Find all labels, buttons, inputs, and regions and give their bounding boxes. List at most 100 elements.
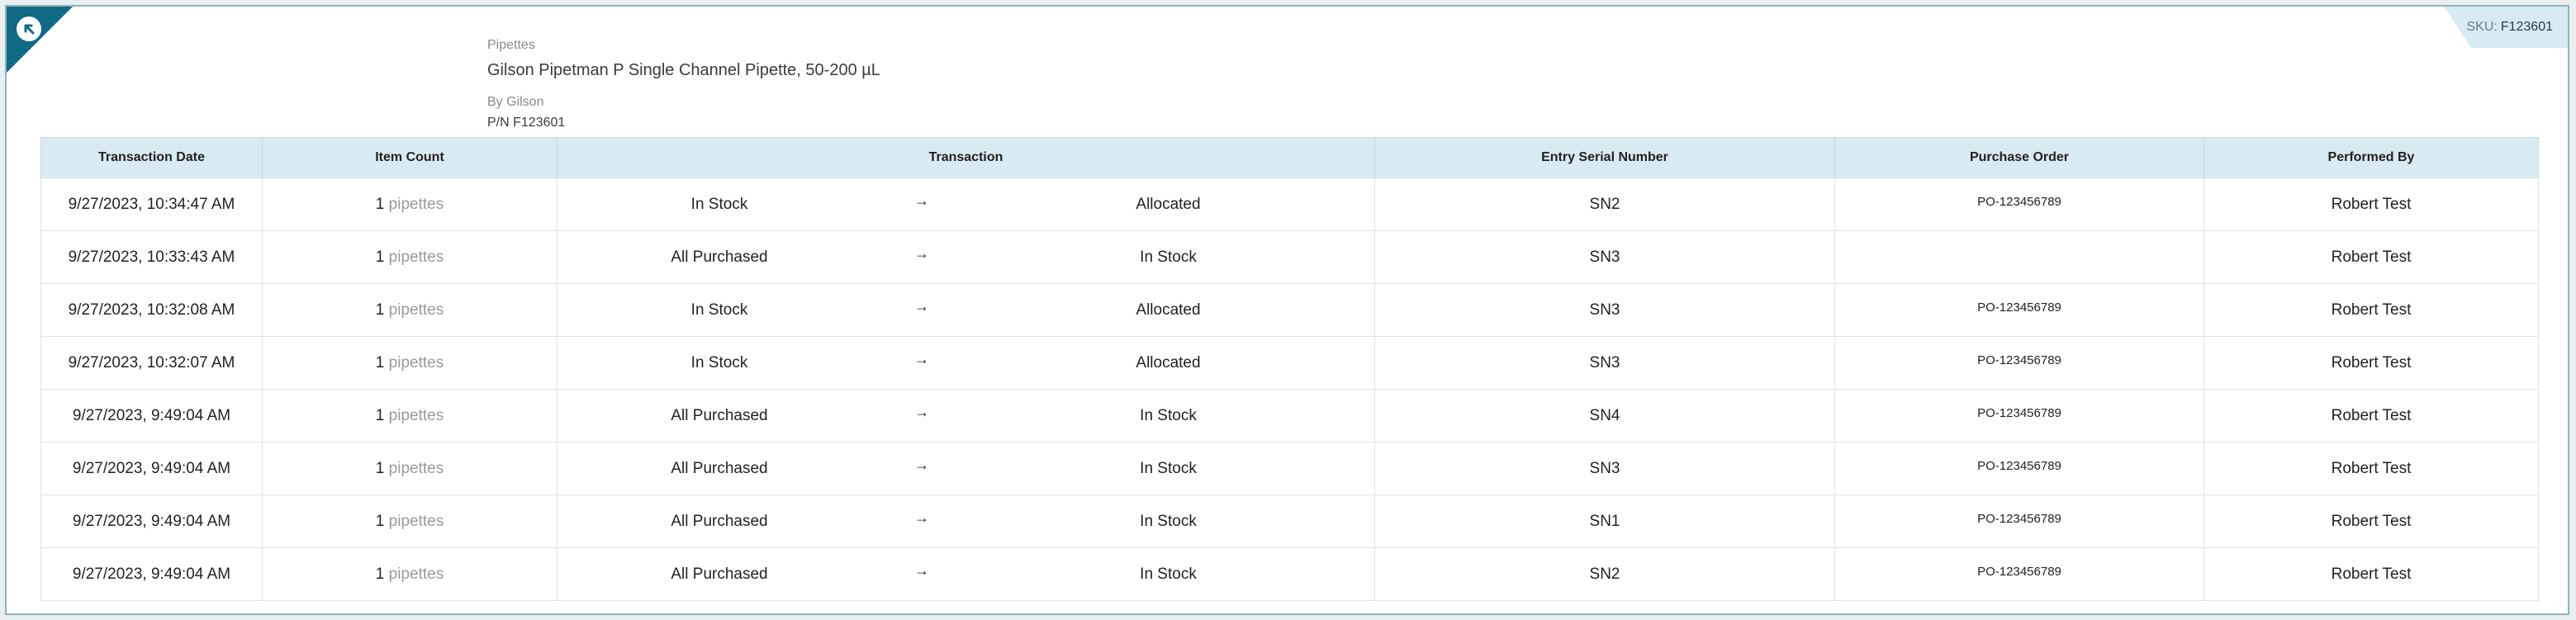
item-count: 1 pipettes <box>262 177 557 231</box>
purchase-order: PO-123456789 <box>1834 283 2204 337</box>
from-status: All Purchased <box>671 512 768 530</box>
product-category: Pipettes <box>487 38 535 52</box>
transaction-cell: In Stock → Allocated <box>557 336 1375 390</box>
purchase-order: PO-123456789 <box>1834 495 2204 548</box>
table-row[interactable]: 9/27/2023, 10:34:47 AM 1 pipettes In Sto… <box>40 177 2539 231</box>
item-count: 1 pipettes <box>262 283 557 337</box>
transaction-date: 9/27/2023, 10:32:07 AM <box>40 336 263 390</box>
count-value: 1 <box>375 406 385 424</box>
count-unit: pipettes <box>388 459 444 477</box>
header-transaction[interactable]: Transaction <box>557 137 1375 178</box>
to-status: Allocated <box>1136 195 1201 213</box>
item-count: 1 pipettes <box>262 547 557 601</box>
performed-by: Robert Test <box>2204 389 2539 443</box>
sku-value: F123601 <box>2500 20 2553 34</box>
item-count: 1 pipettes <box>262 336 557 390</box>
from-status: In Stock <box>690 301 748 319</box>
arrow-right-icon: → <box>914 298 929 315</box>
entry-serial-number: SN3 <box>1374 336 1835 390</box>
from-status: In Stock <box>690 353 748 372</box>
item-count: 1 pipettes <box>262 389 557 443</box>
purchase-order: PO-123456789 <box>1834 389 2204 443</box>
po-value: PO-123456789 <box>1977 458 2061 473</box>
count-unit: pipettes <box>388 301 444 319</box>
header-transaction-date[interactable]: Transaction Date <box>40 137 263 178</box>
from-status: All Purchased <box>671 248 768 266</box>
transaction-cell: All Purchased → In Stock <box>557 442 1375 495</box>
po-value: PO-123456789 <box>1977 353 2061 367</box>
corner-badge <box>7 7 73 73</box>
performed-by: Robert Test <box>2204 336 2539 390</box>
performed-by: Robert Test <box>2204 283 2539 337</box>
arrow-right-icon: → <box>914 509 929 526</box>
arrow-right-icon: → <box>914 351 929 367</box>
item-count: 1 pipettes <box>262 442 557 495</box>
po-value: PO-123456789 <box>1977 564 2061 579</box>
count-value: 1 <box>375 512 385 530</box>
table-row[interactable]: 9/27/2023, 9:49:04 AM 1 pipettes All Pur… <box>40 495 2539 548</box>
transaction-date: 9/27/2023, 9:49:04 AM <box>40 389 263 443</box>
entry-serial-number: SN2 <box>1374 177 1835 231</box>
purchase-order: PO-123456789 <box>1834 336 2204 390</box>
sku-label: SKU: <box>2466 20 2498 34</box>
arrow-right-icon: → <box>914 192 929 209</box>
product-part-number: P/N F123601 <box>487 116 566 130</box>
transaction-cell: All Purchased → In Stock <box>557 389 1375 443</box>
table-row[interactable]: 9/27/2023, 10:32:07 AM 1 pipettes In Sto… <box>40 336 2539 390</box>
transaction-date: 9/27/2023, 10:33:43 AM <box>40 230 263 284</box>
purchase-order: PO-123456789 <box>1834 442 2204 495</box>
po-value: PO-123456789 <box>1977 300 2061 315</box>
transaction-date: 9/27/2023, 10:32:08 AM <box>40 283 263 337</box>
transaction-date: 9/27/2023, 9:49:04 AM <box>40 547 263 601</box>
purchase-order: PO-123456789 <box>1834 547 2204 601</box>
from-status: All Purchased <box>671 565 768 583</box>
performed-by: Robert Test <box>2204 177 2539 231</box>
count-value: 1 <box>375 459 385 477</box>
entry-serial-number: SN2 <box>1374 547 1835 601</box>
count-unit: pipettes <box>388 512 444 530</box>
count-value: 1 <box>375 301 385 319</box>
count-value: 1 <box>375 353 385 372</box>
product-name: Gilson Pipetman P Single Channel Pipette… <box>487 61 880 79</box>
to-status: Allocated <box>1136 353 1201 372</box>
header-performed-by[interactable]: Performed By <box>2204 137 2539 178</box>
to-status: Allocated <box>1136 301 1201 319</box>
transaction-cell: All Purchased → In Stock <box>557 495 1375 548</box>
count-value: 1 <box>375 195 385 213</box>
table-row[interactable]: 9/27/2023, 9:49:04 AM 1 pipettes All Pur… <box>40 442 2539 495</box>
entry-serial-number: SN1 <box>1374 495 1835 548</box>
item-count: 1 pipettes <box>262 495 557 548</box>
entry-serial-number: SN3 <box>1374 230 1835 284</box>
count-unit: pipettes <box>388 353 444 372</box>
table-row[interactable]: 9/27/2023, 10:33:43 AM 1 pipettes All Pu… <box>40 230 2539 284</box>
transaction-history-panel: SKU: F123601 Pipettes Gilson Pipetman P … <box>5 5 2569 615</box>
transaction-cell: In Stock → Allocated <box>557 283 1375 337</box>
transaction-cell: All Purchased → In Stock <box>557 547 1375 601</box>
performed-by: Robert Test <box>2204 442 2539 495</box>
transaction-cell: In Stock → Allocated <box>557 177 1375 231</box>
header-item-count[interactable]: Item Count <box>262 137 557 178</box>
po-value: PO-123456789 <box>1977 511 2061 526</box>
product-header: Pipettes Gilson Pipetman P Single Channe… <box>487 38 880 130</box>
arrow-right-icon: → <box>914 562 929 579</box>
purchase-order <box>1834 230 2204 284</box>
table-row[interactable]: 9/27/2023, 9:49:04 AM 1 pipettes All Pur… <box>40 389 2539 443</box>
table-header-row: Transaction Date Item Count Transaction … <box>40 137 2539 178</box>
table-body: 9/27/2023, 10:34:47 AM 1 pipettes In Sto… <box>40 177 2539 601</box>
to-status: In Stock <box>1140 512 1197 530</box>
table-row[interactable]: 9/27/2023, 10:32:08 AM 1 pipettes In Sto… <box>40 283 2539 337</box>
table-row[interactable]: 9/27/2023, 9:49:04 AM 1 pipettes All Pur… <box>40 547 2539 601</box>
arrow-up-left-glyph <box>24 24 35 35</box>
entry-serial-number: SN3 <box>1374 442 1835 495</box>
po-value: PO-123456789 <box>1977 405 2061 420</box>
entry-serial-number: SN4 <box>1374 389 1835 443</box>
arrow-up-left-icon[interactable] <box>17 17 41 41</box>
header-entry-serial-number[interactable]: Entry Serial Number <box>1374 137 1835 178</box>
to-status: In Stock <box>1140 248 1197 266</box>
from-status: All Purchased <box>671 459 768 477</box>
performed-by: Robert Test <box>2204 230 2539 284</box>
header-purchase-order[interactable]: Purchase Order <box>1834 137 2204 178</box>
count-unit: pipettes <box>388 195 444 213</box>
product-manufacturer: By Gilson <box>487 95 544 109</box>
arrow-right-icon: → <box>914 404 929 420</box>
